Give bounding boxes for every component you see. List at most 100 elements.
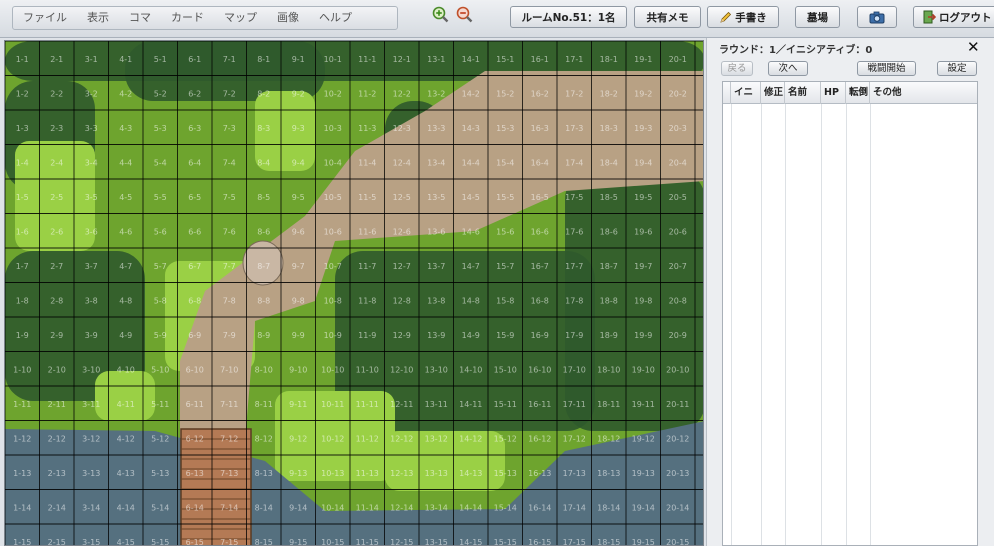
grid-cell-label: 1-9 [16, 331, 29, 340]
grid-cell-label: 17-13 [563, 469, 586, 478]
grid-cell-label: 3-7 [85, 262, 98, 271]
grid-cell-label: 9-14 [289, 504, 307, 513]
grid-cell-label: 1-10 [13, 366, 31, 375]
grid-cell-label: 20-5 [669, 193, 687, 202]
top-toolbar: ファイル 表示 コマ カード マップ 画像 ヘルプ ルームNo.51：1名 共有… [0, 0, 994, 38]
grid-cell-label: 3-8 [85, 297, 98, 306]
grid-cell-label: 4-4 [119, 159, 132, 168]
logout-button[interactable]: ログアウト [913, 6, 994, 28]
grid-cell-label: 6-3 [188, 124, 201, 133]
grid-cell-label: 3-9 [85, 331, 98, 340]
grid-cell-label: 19-15 [632, 538, 655, 546]
initiative-panel: ラウンド：1／イニシアティブ：0 ✕ 戻る 次へ 戦闘開始 設定 イニ 修正 名… [706, 38, 994, 546]
grid-cell-label: 7-2 [223, 90, 236, 99]
initiative-table[interactable]: イニ 修正 名前 HP 転倒 その他 [722, 81, 978, 546]
menu-bar: ファイル 表示 コマ カード マップ 画像 ヘルプ [12, 6, 398, 30]
grid-cell-label: 7-3 [223, 124, 236, 133]
grid-cell-label: 4-15 [117, 538, 135, 546]
menu-card[interactable]: カード [161, 7, 214, 29]
grid-cell-label: 19-6 [634, 228, 652, 237]
grid-cell-label: 17-2 [565, 90, 583, 99]
grid-cell-label: 14-14 [459, 504, 482, 513]
zoom-out-icon[interactable] [456, 6, 473, 23]
menu-map[interactable]: マップ [214, 7, 267, 29]
column-header-marker[interactable] [723, 82, 731, 104]
grid-cell-label: 19-8 [634, 297, 652, 306]
grid-cell-label: 8-13 [255, 469, 273, 478]
next-button[interactable]: 次へ [768, 61, 808, 76]
grid-cell-label: 4-6 [119, 228, 132, 237]
column-header-hp[interactable]: HP [821, 82, 846, 104]
grid-cell-label: 18-10 [597, 366, 620, 375]
grid-cell-label: 5-8 [154, 297, 167, 306]
grid-cell-label: 8-3 [257, 124, 270, 133]
settings-button[interactable]: 設定 [937, 61, 977, 76]
grid-cell-label: 2-8 [50, 297, 63, 306]
start-battle-button[interactable]: 戦闘開始 [857, 61, 916, 76]
grid-cell-label: 5-10 [151, 366, 169, 375]
grid-cell-label: 7-5 [223, 193, 236, 202]
grid-cell-label: 18-4 [600, 159, 618, 168]
grid-cell-label: 11-6 [358, 228, 376, 237]
grid-cell-label: 8-12 [255, 435, 273, 444]
grid-cell-label: 16-11 [528, 400, 551, 409]
menu-image[interactable]: 画像 [267, 7, 309, 29]
shared-memo-label: 共有メモ [646, 11, 689, 24]
grid-cell-label: 6-13 [186, 469, 204, 478]
shared-memo-button[interactable]: 共有メモ [634, 6, 701, 28]
grid-cell-label: 2-11 [48, 400, 66, 409]
grid-cell-label: 15-5 [496, 193, 514, 202]
grid-cell-label: 1-8 [16, 297, 29, 306]
grid-cell-label: 7-4 [223, 159, 236, 168]
grid-cell-label: 13-9 [427, 331, 445, 340]
map-area[interactable]: 1-1 2-1 3-1 4-1 5-1 6-1 7-1 8-1 9-1 10-1 11-1 12-1 1… [4, 40, 704, 546]
column-header-modifier[interactable]: 修正 [761, 82, 785, 104]
grid-cell-label: 19-13 [632, 469, 655, 478]
close-icon[interactable]: ✕ [967, 38, 980, 56]
grid-cell-label: 1-4 [16, 159, 29, 168]
column-header-other[interactable]: その他 [870, 82, 977, 104]
column-header-fallen[interactable]: 転倒 [846, 82, 870, 104]
grid-cell-label: 13-4 [427, 159, 445, 168]
menu-view[interactable]: 表示 [77, 7, 119, 29]
grid-cell-label: 6-14 [186, 504, 204, 513]
camera-button[interactable] [857, 6, 897, 28]
column-header-initiative[interactable]: イニ [731, 82, 761, 104]
grid-cell-label: 20-4 [669, 159, 687, 168]
grid-cell-label: 11-13 [356, 469, 379, 478]
menu-file[interactable]: ファイル [13, 7, 77, 29]
zoom-in-icon[interactable] [432, 6, 449, 23]
grid-cell-label: 12-14 [390, 504, 413, 513]
grid-cell-label: 18-12 [597, 435, 620, 444]
column-header-name[interactable]: 名前 [785, 82, 821, 104]
grid-cell-label: 13-7 [427, 262, 445, 271]
menu-help[interactable]: ヘルプ [309, 7, 362, 29]
column-divider [761, 104, 762, 545]
menu-piece[interactable]: コマ [119, 7, 161, 29]
map-canvas[interactable]: 1-1 2-1 3-1 4-1 5-1 6-1 7-1 8-1 9-1 10-1 11-1 12-1 1… [5, 41, 704, 546]
grid-cell-label: 10-8 [324, 297, 342, 306]
grid-cell-label: 8-14 [255, 504, 273, 513]
grid-cell-label: 20-14 [666, 504, 689, 513]
grid-cell-label: 10-1 [324, 55, 342, 64]
grid-cell-label: 15-14 [494, 504, 517, 513]
grid-cell-label: 11-5 [358, 193, 376, 202]
grid-cell-label: 1-2 [16, 90, 29, 99]
handwriting-button[interactable]: 手書き [707, 6, 779, 28]
grid-cell-label: 2-12 [48, 435, 66, 444]
grid-cell-label: 1-5 [16, 193, 29, 202]
back-button[interactable]: 戻る [721, 61, 753, 76]
grid-cell-label: 6-5 [188, 193, 201, 202]
room-button[interactable]: ルームNo.51：1名 [510, 6, 627, 28]
grid-cell-label: 7-13 [220, 469, 238, 478]
grid-cell-label: 1-15 [13, 538, 31, 546]
graveyard-button[interactable]: 墓場 [795, 6, 840, 28]
grid-cell-label: 15-3 [496, 124, 514, 133]
grid-cell-label: 3-1 [85, 55, 98, 64]
grid-cell-label: 8-9 [257, 331, 270, 340]
grid-cell-label: 17-12 [563, 435, 586, 444]
grid-cell-label: 19-2 [634, 90, 652, 99]
grid-cell-label: 2-9 [50, 331, 63, 340]
grid-cell-label: 10-5 [324, 193, 342, 202]
grid-cell-label: 8-2 [257, 90, 270, 99]
